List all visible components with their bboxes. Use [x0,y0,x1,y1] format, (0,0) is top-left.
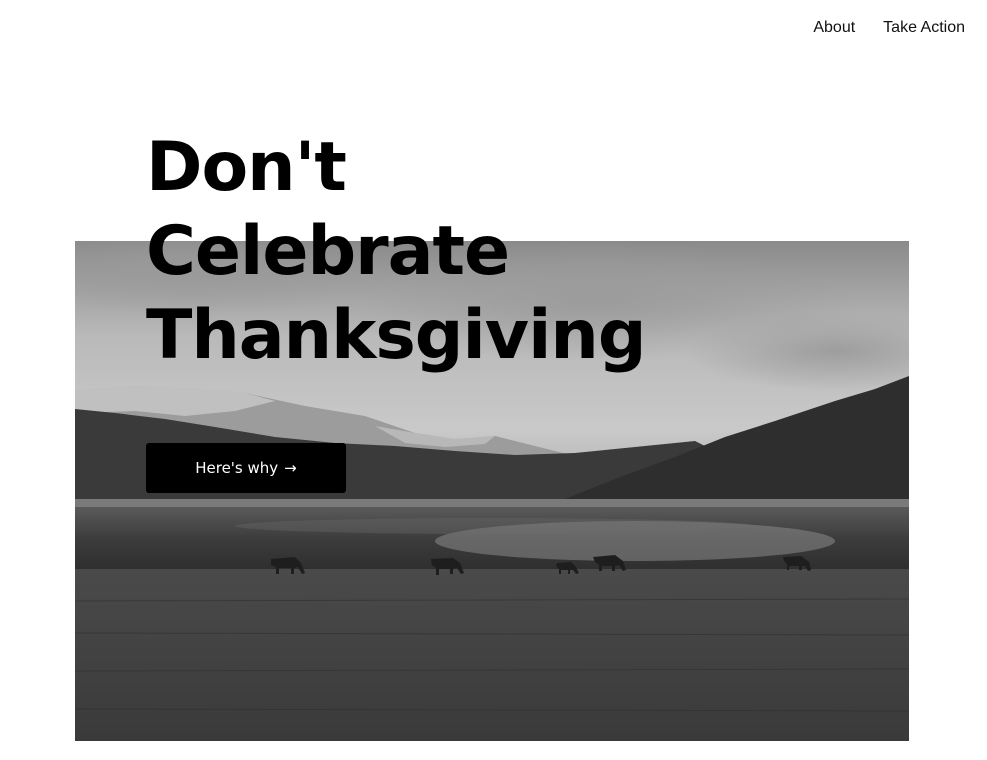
headline-line-2: Celebrate [146,212,510,291]
cta-label: Here's why [195,459,279,477]
headline-line-3: Thanksgiving [146,296,646,375]
nav-link-take-action[interactable]: Take Action [883,19,965,37]
nav-link-about[interactable]: About [813,19,855,37]
arrow-right-icon: → [284,459,297,477]
page: About Take Action Don't Celebrate Thanks… [0,0,987,760]
hero-headline: Don't Celebrate Thanksgiving [146,126,646,378]
heres-why-button[interactable]: Here's why → [146,443,346,493]
top-nav: About Take Action [813,19,965,37]
headline-line-1: Don't [146,128,347,207]
